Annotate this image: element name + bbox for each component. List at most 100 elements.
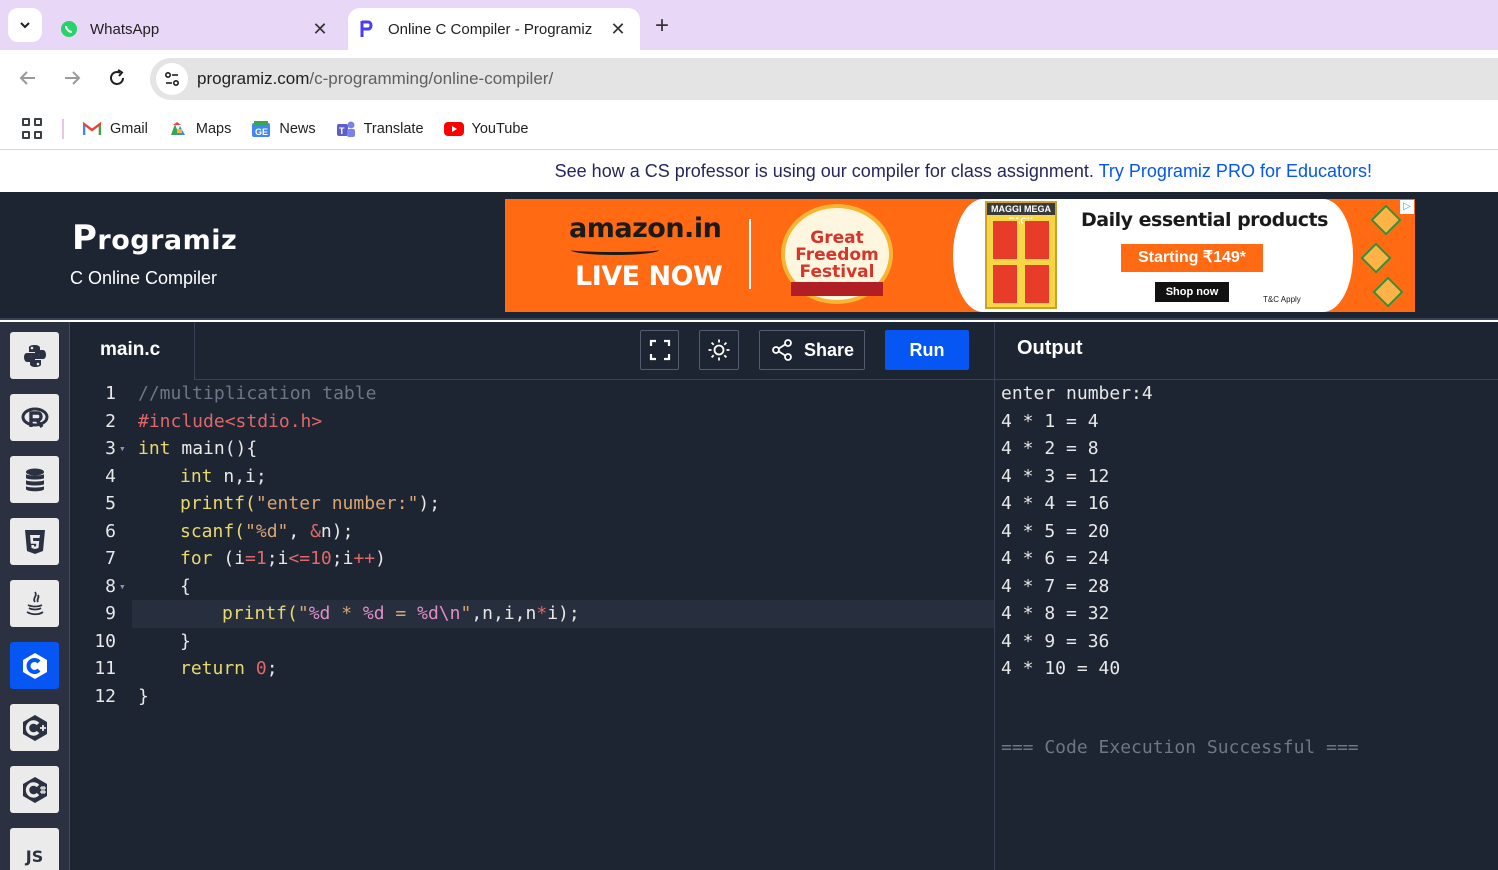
bookmark-label: YouTube [471,120,529,137]
code-token: ++ [353,548,376,569]
back-button[interactable] [12,62,44,94]
code-editor[interactable]: 1 //multiplication table 2 #include<stdi… [70,380,994,870]
ad-headline: Daily essential products [1081,209,1328,231]
csharp-icon [22,776,47,803]
html5-icon [24,529,45,554]
file-tab-main-c[interactable]: main.c [70,322,195,380]
programiz-icon [358,20,376,38]
cpp-icon [22,714,47,741]
bookmark-news[interactable]: GE News [251,120,316,138]
line-number: 6 [105,520,116,542]
language-java-button[interactable] [10,580,59,627]
theme-toggle-button[interactable] [699,330,739,370]
code-line: 5 printf("enter number:"); [70,490,994,518]
site-info-icon[interactable] [156,63,188,95]
code-text: for (i=1;i<=10;i++) [180,545,386,573]
bookmark-maps[interactable]: Maps [168,120,231,138]
code-token: ); [418,493,441,514]
python-icon [23,344,46,367]
language-html-button[interactable] [10,518,59,565]
output-line: 4 * 3 = 12 [1001,465,1110,487]
forward-arrow-icon [65,71,81,85]
code-token: scanf( [180,520,246,542]
output-line: 4 * 4 = 16 [1001,493,1110,514]
tab-whatsapp[interactable]: WhatsApp ✕ [50,8,342,50]
ad-shop-button[interactable]: Shop now [1155,282,1229,302]
line-number: 8 [105,575,116,597]
code-token: (i [212,548,246,569]
tab-search-button[interactable] [8,8,42,42]
code-token: " [297,603,309,624]
line-number: 7 [105,548,116,569]
code-line: 7 for (i=1;i<=10;i++) [70,545,994,573]
address-bar[interactable]: programiz.com/c-programming/online-compi… [150,58,1498,100]
language-c-button[interactable] [10,642,59,689]
code-token: printf( [180,493,256,514]
language-sql-button[interactable] [10,456,59,503]
promo-link[interactable]: Try Programiz PRO for Educators! [1099,161,1372,181]
close-tab-icon[interactable]: ✕ [606,17,630,41]
code-text: //multiplication table [138,383,377,404]
java-icon [26,590,44,615]
code-line: 4 int n,i; [70,463,994,491]
code-token: 1 [255,548,267,569]
language-csharp-button[interactable] [10,766,59,813]
new-tab-button[interactable]: + [648,12,676,40]
code-token: ;i [331,548,354,569]
code-text: #include<stdio.h> [138,410,323,432]
code-token: 10 [310,548,332,569]
line-number: 1 [105,383,116,404]
language-js-button[interactable]: JS [10,828,59,870]
line-number: 10 [94,630,116,652]
close-tab-icon[interactable]: ✕ [308,17,332,41]
code-token: int [180,465,213,487]
code-line: 12 } [70,683,994,711]
code-token: "%d" [245,520,289,542]
tab-programiz[interactable]: Online C Compiler - Programiz ✕ [348,8,640,50]
share-label: Share [803,339,855,360]
line-number: 11 [94,658,116,679]
code-line: 10 } [70,628,994,656]
language-sidebar: JS [0,322,70,870]
code-token: %d [362,603,385,624]
fold-arrow-icon[interactable]: ▾ [119,435,126,463]
fullscreen-button[interactable] [640,330,679,370]
bookmark-label: News [279,120,316,137]
apps-grid-icon[interactable] [22,117,44,140]
bookmark-label: Translate [363,120,424,137]
line-number: 4 [105,465,116,487]
r-lang-icon [21,407,48,428]
logo-initial: P [72,218,98,258]
code-token: ,n,i,n [471,603,537,624]
fold-arrow-icon[interactable]: ▾ [119,573,126,601]
language-r-button[interactable] [10,394,59,441]
language-cpp-button[interactable] [10,704,59,751]
news-icon: GE [251,120,271,138]
tab-title: WhatsApp [90,20,160,38]
advertisement-banner[interactable]: amazon.in LIVE NOW Great Freedom Festiva… [505,199,1415,312]
run-button[interactable]: Run [885,330,969,370]
forward-button[interactable] [56,62,88,94]
bookmark-gmail[interactable]: Gmail [82,120,148,138]
share-button[interactable]: Share [759,330,865,370]
code-token: i); [547,603,580,624]
bookmark-label: Gmail [110,120,148,137]
code-token: %d [308,603,331,624]
reload-icon [110,69,124,85]
code-token: ) [375,548,386,569]
site-header: Programiz C Online Compiler amazon.in LI… [0,192,1498,320]
code-text: } [138,685,149,707]
bookmarks-bar: Gmail Maps GE News T Translate YouTube [0,108,1498,150]
js-label: JS [25,847,44,866]
language-python-button[interactable] [10,332,59,379]
code-line: 2 #include<stdio.h> [70,408,994,436]
code-token: int [138,438,171,459]
programiz-logo[interactable]: Programiz [72,218,237,258]
bookmark-translate[interactable]: T Translate [336,120,424,138]
output-line: 4 * 5 = 20 [1001,520,1110,542]
reload-button[interactable] [101,62,133,94]
bookmark-youtube[interactable]: YouTube [443,120,529,138]
translate-icon: T [336,120,356,138]
adchoices-icon[interactable]: ▷ [1400,200,1414,214]
